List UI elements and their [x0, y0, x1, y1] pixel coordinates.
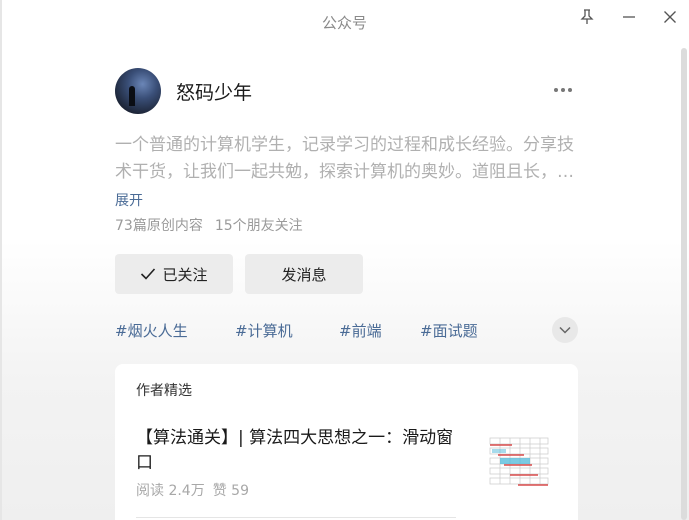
account-description: 一个普通的计算机学生，记录学习的过程和成长经验。分享技术干货，让我们一起共勉，探…	[115, 135, 574, 182]
pin-icon	[580, 9, 594, 24]
more-icon-dot	[554, 88, 558, 92]
checkmark-icon	[141, 268, 156, 280]
article-reads: 阅读 2.4万	[136, 483, 205, 499]
close-icon	[664, 11, 676, 23]
minimize-button[interactable]	[614, 4, 644, 30]
tag-item[interactable]: #烟火人生	[115, 320, 188, 341]
article-meta: 阅读 2.4万 赞 59	[136, 480, 249, 500]
original-count: 73篇原创内容	[115, 218, 203, 234]
more-icon-dot	[568, 88, 572, 92]
pin-button[interactable]	[572, 4, 602, 30]
tag-item[interactable]: #前端	[339, 320, 382, 341]
featured-card: 作者精选 【算法通关】| 算法四大思想之一：滑动窗口 阅读 2.4万 赞 59	[115, 364, 578, 520]
send-message-label: 发消息	[281, 265, 327, 284]
friends-following: 15个朋友关注	[214, 218, 303, 234]
expand-link[interactable]: 展开	[115, 190, 143, 210]
tag-item[interactable]: #面试题	[420, 320, 478, 341]
send-message-button[interactable]: 发消息	[245, 254, 363, 294]
article-title: 【算法通关】| 算法四大思想之一：滑动窗口	[136, 428, 454, 473]
article-likes: 赞 59	[212, 483, 249, 499]
scrollbar[interactable]	[681, 48, 687, 520]
featured-section-title: 作者精选	[136, 383, 192, 399]
close-button[interactable]	[655, 4, 685, 30]
article-thumbnail	[488, 432, 550, 494]
followed-button[interactable]: 已关注	[115, 254, 233, 294]
featured-article[interactable]: 【算法通关】| 算法四大思想之一：滑动窗口 阅读 2.4万 赞 59	[136, 422, 557, 520]
official-account-window: 公众号 怒码少年 一个普通的计算机学生，记录学习的过程和成长经验。分享技术干货，…	[0, 0, 689, 520]
chevron-down-icon	[559, 326, 571, 334]
followed-label: 已关注	[162, 265, 208, 284]
account-name: 怒码少年	[176, 82, 253, 104]
window-edge	[0, 0, 2, 520]
avatar[interactable]	[115, 68, 161, 114]
account-stats: 73篇原创内容 15个朋友关注	[115, 215, 303, 235]
tags-expand-button[interactable]	[552, 317, 578, 343]
card-divider	[136, 517, 456, 518]
tag-list: #烟火人生 #计算机 #前端 #面试题	[115, 317, 578, 343]
more-options-button[interactable]	[551, 80, 575, 100]
minimize-icon	[623, 16, 635, 18]
more-icon-dot	[561, 88, 565, 92]
tag-item[interactable]: #计算机	[235, 320, 293, 341]
thumbnail-image	[488, 432, 550, 494]
title-bar: 公众号	[0, 0, 689, 44]
